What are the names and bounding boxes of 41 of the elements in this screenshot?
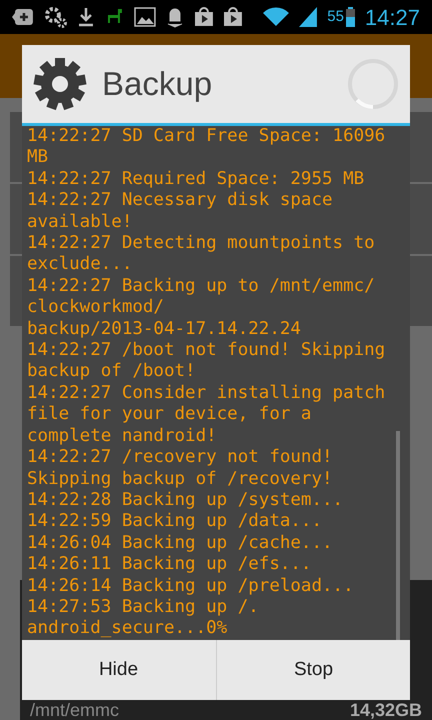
dialog-title: Backup (102, 64, 214, 104)
clock: 14:27 (364, 4, 420, 32)
log-line: 14:22:27 /recovery not found! (27, 447, 333, 468)
log-line: 14:26:04 Backing up /cache... (27, 532, 333, 554)
log-line: 14:22:59 Backing up /data... (27, 511, 322, 533)
log-line: android_secure...0% (27, 618, 228, 640)
battery-level: 55 (327, 6, 344, 27)
battery-icon (346, 7, 355, 27)
log-line: 14:22:28 Backing up /system... (27, 490, 344, 512)
log-line: backup of /boot! (27, 361, 196, 383)
log-line: 14:22:27 Backing up to /mnt/emmc/ (27, 276, 375, 298)
log-line: 14:22:27 SD Card Free Space: 16096 (27, 126, 386, 148)
log-line: available! (27, 212, 132, 234)
log-line: Skipping backup of /recovery! (27, 468, 333, 490)
log-line: exclude... (27, 254, 132, 276)
log-line: 14:22:27 /boot not found! Skipping (27, 340, 386, 362)
gears-icon (44, 6, 68, 28)
log-line: 14:26:14 Backing up /preload... (27, 576, 354, 597)
log-line: file for your device, for a (27, 404, 312, 426)
log-line: backup/2013-04-17.14.22.24 (27, 318, 301, 340)
log-line: complete nandroid! (27, 426, 217, 448)
log-line: 14:22:27 Consider installing patch (27, 382, 386, 404)
shopping-bag-icon (223, 7, 244, 27)
add-icon (12, 8, 34, 26)
download-icon (78, 7, 94, 27)
storage-path: /mnt/emmc (30, 700, 120, 720)
log-line: 14:22:27 Detecting mountpoints to (27, 233, 375, 254)
shopping-bag-icon (194, 7, 214, 27)
log-line: MB (27, 147, 48, 169)
log-line: clockworkmod/ (27, 297, 164, 319)
log-line: 14:22:27 Necessary disk space (27, 190, 333, 212)
signal-icon (299, 7, 318, 27)
spinner-icon (346, 57, 400, 111)
storage-size: 14,32GB (350, 700, 422, 720)
scrollbar[interactable] (396, 431, 400, 640)
image-icon (134, 7, 156, 27)
log-line: 14:22:27 Required Space: 2955 MB (27, 168, 364, 190)
wifi-icon (263, 7, 290, 27)
gear-icon (32, 56, 88, 112)
log-line: 14:26:11 Backing up /efs... (27, 554, 312, 576)
log-line: 14:27:53 Backing up /. (27, 596, 259, 618)
